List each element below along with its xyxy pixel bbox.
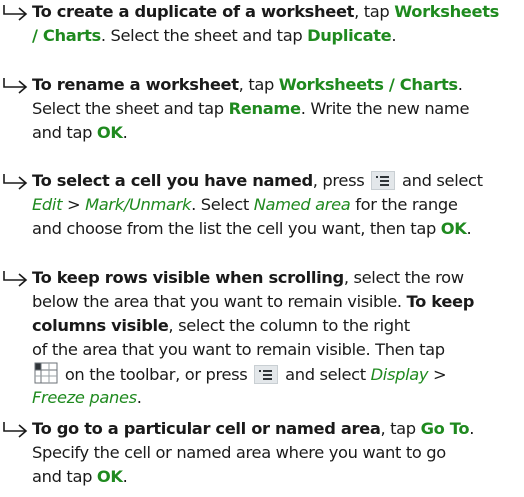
text-line: To select a cell you have named, press a… [32, 169, 524, 193]
ui-term-text: Worksheets [394, 2, 499, 21]
text-line: Select the sheet and tap Rename. Write t… [32, 97, 524, 121]
instruction-text: To select a cell you have named, press a… [32, 169, 524, 241]
menu-icon [254, 365, 279, 384]
ui-term-text: OK [96, 467, 123, 486]
text-line: Specify the cell or named area where you… [32, 441, 524, 465]
arrow-bullet-icon [1, 270, 31, 288]
arrow-bullet-icon [1, 421, 31, 439]
text-line: and choose from the list the cell you wa… [32, 217, 524, 241]
body-text: below the area that you want to remain v… [32, 292, 407, 311]
body-text: , press [312, 171, 370, 190]
bold-lead-text: To select a cell you have named [32, 171, 313, 190]
body-text: . [136, 388, 142, 407]
freeze-panes-icon [34, 362, 58, 384]
instruction-text: To create a duplicate of a worksheet, ta… [32, 0, 524, 48]
body-text: > [62, 195, 86, 214]
instruction-keep-rows-visible: To keep rows visible when scrolling, sel… [0, 266, 524, 410]
body-text: . Select the sheet and tap [100, 26, 308, 45]
bold-lead-text: To create a duplicate of a worksheet [32, 2, 355, 21]
text-line: and tap OK. [32, 121, 524, 145]
ui-term-text: Mark/Unmark [85, 195, 192, 214]
instruction-select-named-cell: To select a cell you have named, press a… [0, 169, 524, 241]
body-text: , select the row [343, 268, 464, 287]
body-text: . Write the new name [300, 99, 470, 118]
ui-term-text: Duplicate [307, 26, 392, 45]
instruction-text: To rename a worksheet, tap Worksheets / … [32, 73, 524, 145]
text-line: To create a duplicate of a worksheet, ta… [32, 0, 524, 24]
body-text: Specify the cell or named area where you… [32, 443, 446, 462]
body-text: of the area that you want to remain visi… [32, 340, 445, 359]
body-text: . [457, 75, 463, 94]
text-line: on the toolbar, or press and select Disp… [32, 362, 524, 386]
bold-lead-text: To go to a particular cell or named area [32, 419, 381, 438]
body-text: for the range [350, 195, 458, 214]
ui-term-text: / Charts [32, 26, 101, 45]
text-line: / Charts. Select the sheet and tap Dupli… [32, 24, 524, 48]
text-line: and tap OK. [32, 465, 524, 489]
text-line: columns visible, select the column to th… [32, 314, 524, 338]
arrow-bullet-icon [1, 77, 31, 95]
instruction-go-to-cell: To go to a particular cell or named area… [0, 417, 524, 489]
ui-term-text: Rename [228, 99, 301, 118]
arrow-bullet-icon [1, 173, 31, 191]
ui-term-text: Go To [420, 419, 470, 438]
ui-term-text: Display [370, 365, 429, 384]
body-text: , tap [238, 75, 279, 94]
bold-lead-text: To rename a worksheet [32, 75, 239, 94]
document-page: To create a duplicate of a worksheet, ta… [0, 0, 524, 497]
text-line: Edit > Mark/Unmark. Select Named area fo… [32, 193, 524, 217]
instruction-rename-worksheet: To rename a worksheet, tap Worksheets / … [0, 73, 524, 145]
text-line: below the area that you want to remain v… [32, 290, 524, 314]
text-line: of the area that you want to remain visi… [32, 338, 524, 362]
body-text: > [428, 365, 447, 384]
ui-term-text: Edit [32, 195, 63, 214]
body-text: on the toolbar, or press [60, 365, 253, 384]
instruction-duplicate-worksheet: To create a duplicate of a worksheet, ta… [0, 0, 524, 48]
arrow-bullet-icon [1, 4, 31, 22]
text-line: To rename a worksheet, tap Worksheets / … [32, 73, 524, 97]
ui-term-text: OK [96, 123, 123, 142]
menu-icon [371, 171, 396, 190]
body-text: , select the column to the right [168, 316, 410, 335]
body-text: . [466, 219, 472, 238]
body-text: and select [397, 171, 483, 190]
body-text: and choose from the list the cell you wa… [32, 219, 441, 238]
body-text: . [469, 419, 475, 438]
body-text: and select [280, 365, 371, 384]
text-line: Freeze panes. [32, 386, 524, 410]
body-text: , tap [354, 2, 395, 21]
body-text: . Select [191, 195, 254, 214]
ui-term-text: Freeze panes [32, 388, 137, 407]
instruction-text: To keep rows visible when scrolling, sel… [32, 266, 524, 410]
body-text: and tap [32, 467, 97, 486]
ui-term-text: Worksheets / Charts [278, 75, 458, 94]
instruction-text: To go to a particular cell or named area… [32, 417, 524, 489]
text-line: To keep rows visible when scrolling, sel… [32, 266, 524, 290]
body-text: , tap [380, 419, 421, 438]
ui-term-text: OK [440, 219, 467, 238]
bold-lead-text: To keep [406, 292, 475, 311]
body-text: . [391, 26, 397, 45]
text-line: To go to a particular cell or named area… [32, 417, 524, 441]
body-text: and tap [32, 123, 97, 142]
body-text: . [122, 123, 128, 142]
body-text: Select the sheet and tap [32, 99, 229, 118]
bold-lead-text: columns visible [32, 316, 169, 335]
ui-term-text: Named area [253, 195, 351, 214]
bold-lead-text: To keep rows visible when scrolling [32, 268, 344, 287]
body-text: . [122, 467, 128, 486]
